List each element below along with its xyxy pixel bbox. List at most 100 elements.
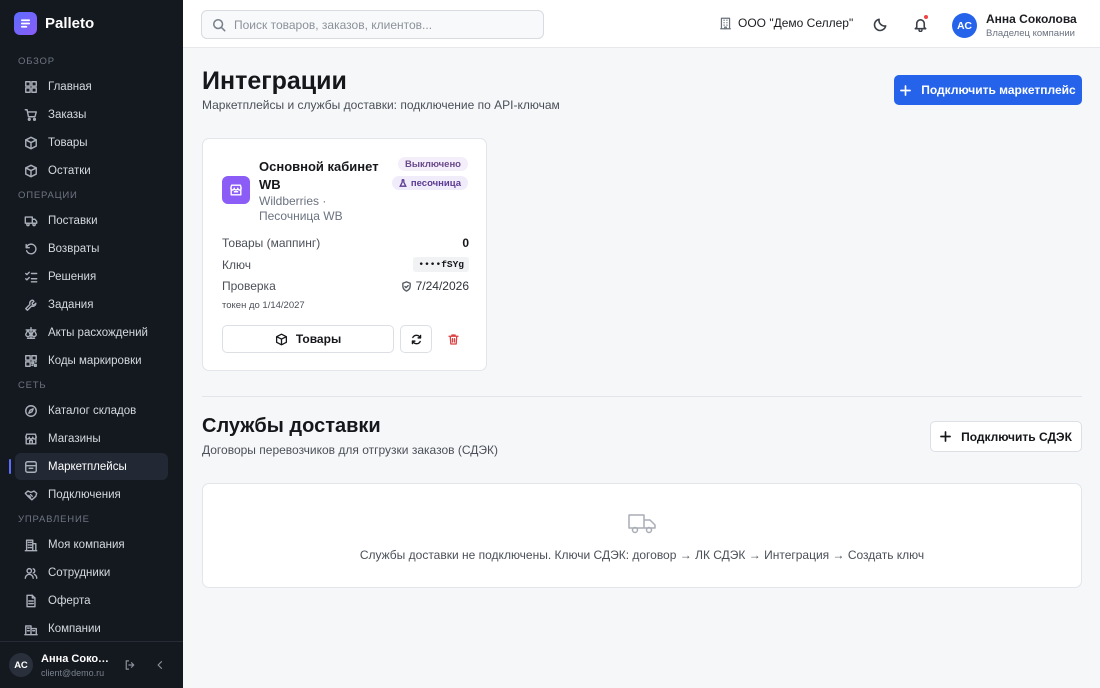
sidebar-item-label: Акты расхождений	[48, 326, 148, 339]
key-label: Ключ	[222, 257, 251, 272]
truck-icon	[627, 510, 657, 536]
sidebar-item-label: Остатки	[48, 164, 91, 177]
nav-section-title: УПРАВЛЕНИЕ	[18, 514, 90, 525]
notification-dot	[923, 14, 929, 20]
sidebar-item-label: Поставки	[48, 214, 98, 227]
sidebar-nav: ОБЗОР Главная Заказы Товары Остатки ОПЕР…	[0, 50, 183, 643]
delivery-section-title: Службы доставки	[202, 415, 381, 437]
sidebar-item-returns[interactable]: Возвраты	[15, 235, 168, 262]
sidebar: Palleto ОБЗОР Главная Заказы Товары Оста…	[0, 0, 183, 688]
sidebar-item-stores[interactable]: Магазины	[15, 425, 168, 452]
marketplace-card-subtitle: Wildberries · Песочница WB	[259, 194, 343, 223]
delivery-section-subtitle: Договоры перевозчиков для отгрузки заказ…	[202, 443, 498, 457]
sidebar-item-supplies[interactable]: Поставки	[15, 207, 168, 234]
marketplace-icon	[25, 460, 37, 473]
building-icon	[24, 538, 38, 551]
avatar[interactable]: АС	[9, 653, 33, 677]
moon-icon	[873, 18, 886, 31]
sidebar-item-orders[interactable]: Заказы	[15, 101, 168, 128]
section-divider	[202, 396, 1082, 397]
checklist-icon	[25, 271, 38, 283]
sandbox-badge-label: песочница	[410, 177, 461, 189]
nav-section-title: ОБЗОР	[18, 56, 55, 67]
sidebar-item-label: Заказы	[48, 108, 87, 121]
check-value: 7/24/2026	[401, 279, 469, 293]
sidebar-item-connections[interactable]: Подключения	[15, 481, 168, 508]
company-switcher[interactable]: ООО "Демо Селлер"	[719, 16, 853, 30]
sidebar-item-discrepancy-acts[interactable]: Акты расхождений	[15, 319, 168, 346]
theme-toggle-button[interactable]	[870, 14, 890, 34]
sidebar-item-label: Товары	[48, 136, 88, 149]
qr-icon	[25, 354, 37, 367]
scale-icon	[25, 326, 37, 339]
sidebar-item-home[interactable]: Главная	[15, 73, 168, 100]
page-subtitle: Маркетплейсы и службы доставки: подключе…	[202, 98, 560, 112]
refresh-icon	[411, 334, 421, 344]
sidebar-item-offer[interactable]: Оферта	[15, 587, 168, 614]
check-date: 7/24/2026	[415, 279, 469, 293]
sidebar-item-label: Каталог складов	[48, 404, 137, 417]
sidebar-item-label: Маркетплейсы	[48, 460, 127, 473]
store-icon	[25, 432, 37, 445]
sidebar-item-tasks[interactable]: Задания	[15, 291, 168, 318]
user-menu[interactable]: АС Анна Соколова Владелец компании	[952, 12, 1077, 39]
search-box[interactable]	[201, 10, 544, 39]
connect-marketplace-button[interactable]: Подключить маркетплейс	[894, 75, 1082, 105]
buildings-icon	[24, 624, 38, 635]
sidebar-item-products[interactable]: Товары	[15, 129, 168, 156]
sidebar-item-warehouse-catalog[interactable]: Каталог складов	[15, 397, 168, 424]
sidebar-item-label: Сотрудники	[48, 566, 111, 579]
button-label: Подключить СДЭК	[961, 429, 1072, 444]
box-icon	[275, 333, 287, 345]
sync-button[interactable]	[400, 325, 432, 353]
search-icon	[212, 18, 226, 31]
sidebar-user: АС Анна Соколова client@demo.ru	[0, 641, 183, 688]
sidebar-item-marking-codes[interactable]: Коды маркировки	[15, 347, 168, 374]
avatar: АС	[952, 13, 977, 38]
sandbox-badge: песочница	[391, 176, 468, 190]
marketplace-products-button[interactable]: Товары	[222, 325, 394, 353]
user-info: Анна Соколова Владелец компании	[986, 12, 1077, 39]
chevron-left-icon	[157, 661, 163, 669]
sidebar-item-marketplaces[interactable]: Маркетплейсы	[9, 453, 168, 480]
sidebar-item-label: Моя компания	[48, 538, 125, 551]
empty-state-text: Службы доставки не подключены. Ключи СДЭ…	[359, 548, 925, 562]
delivery-empty-state: Службы доставки не подключены. Ключи СДЭ…	[202, 483, 1082, 588]
connect-cdek-button[interactable]: Подключить СДЭК	[930, 421, 1082, 452]
flask-icon	[399, 179, 407, 187]
app-name: Palleto	[45, 15, 95, 32]
wrench-icon	[25, 298, 37, 311]
check-row: Проверка 7/24/2026	[222, 279, 469, 293]
box-icon	[25, 136, 37, 149]
user-role: Владелец компании	[986, 28, 1075, 39]
sidebar-item-label: Компании	[48, 622, 101, 635]
logout-icon	[125, 660, 135, 670]
search-input[interactable]	[234, 17, 524, 32]
collapse-sidebar-button[interactable]	[149, 654, 171, 676]
company-name: ООО "Демо Селлер"	[738, 16, 854, 30]
notifications-button[interactable]	[910, 14, 930, 34]
trash-icon	[447, 333, 459, 345]
main-content: Интеграции Маркетплейсы и службы доставк…	[183, 48, 1100, 688]
handshake-icon	[24, 489, 38, 501]
check-label: Проверка	[222, 279, 276, 293]
sidebar-item-label: Возвраты	[48, 242, 100, 255]
plus-icon	[900, 84, 912, 96]
nav-section-title: ОПЕРАЦИИ	[18, 190, 78, 201]
brand[interactable]: Palleto	[14, 12, 94, 35]
status-badge: Выключено	[398, 157, 468, 171]
sidebar-item-companies[interactable]: Компании	[15, 615, 168, 642]
nav-section-title: СЕТЬ	[18, 380, 47, 391]
sidebar-item-stock[interactable]: Остатки	[15, 157, 168, 184]
users-icon	[24, 567, 38, 579]
mapping-value: 0	[462, 236, 469, 250]
mapping-label: Товары (маппинг)	[222, 236, 321, 250]
sidebar-item-decisions[interactable]: Решения	[15, 263, 168, 290]
sidebar-item-label: Главная	[48, 80, 92, 93]
delete-button[interactable]	[439, 325, 467, 353]
sidebar-item-my-company[interactable]: Моя компания	[15, 531, 168, 558]
sidebar-user-name: Анна Соколова	[41, 652, 111, 665]
sidebar-item-employees[interactable]: Сотрудники	[15, 559, 168, 586]
marketplace-card: Основной кабинет WB Wildberries · Песочн…	[202, 138, 487, 371]
logout-button[interactable]	[119, 654, 141, 676]
